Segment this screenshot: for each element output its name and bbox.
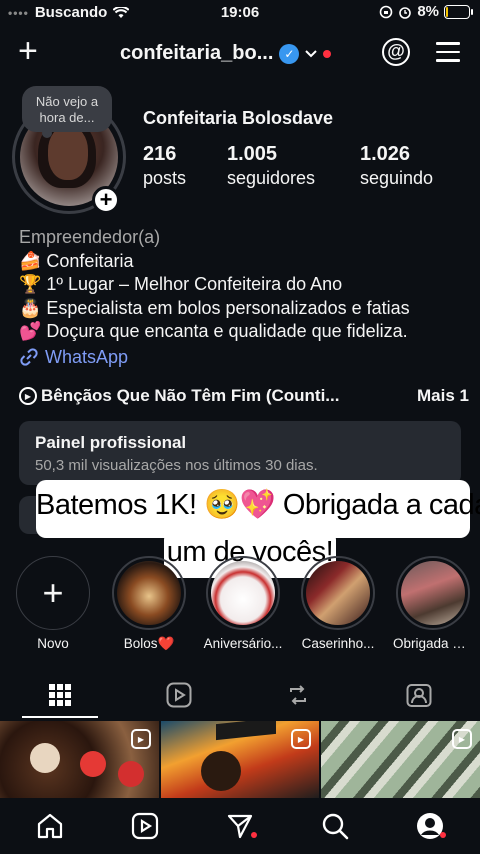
caption-text: Batemos 1K! 🥹💖 Obrigada a cada bbox=[36, 489, 480, 521]
tab-reels[interactable] bbox=[139, 670, 219, 720]
reels-icon bbox=[131, 812, 159, 840]
stat-label: seguidores bbox=[227, 168, 316, 188]
nav-messages[interactable] bbox=[220, 808, 260, 844]
stat-followers[interactable]: 1.005 seguidores bbox=[227, 143, 315, 189]
alarm-icon bbox=[399, 6, 412, 19]
send-icon bbox=[227, 814, 253, 839]
profile-note[interactable]: Não vejo a hora de... bbox=[22, 86, 112, 138]
battery-percent: 8% bbox=[417, 3, 439, 20]
stat-posts[interactable]: 216 posts bbox=[143, 143, 186, 189]
highlight-label: Bolos❤️ bbox=[123, 636, 175, 651]
play-icon: ▶ bbox=[19, 387, 37, 405]
stat-value: 1.005 bbox=[227, 143, 278, 165]
link-label: WhatsApp bbox=[45, 346, 129, 367]
status-right: 8% bbox=[379, 3, 473, 20]
chevron-down-icon bbox=[305, 49, 318, 57]
reel-icon: ▶ bbox=[131, 729, 151, 749]
highlight-label: Novo bbox=[37, 636, 69, 651]
plus-icon[interactable]: + bbox=[18, 34, 38, 68]
reels-icon bbox=[166, 682, 192, 708]
plus-icon: + bbox=[16, 556, 90, 630]
grid-post[interactable]: ▶ bbox=[161, 721, 319, 799]
username: confeitaria_bo... bbox=[120, 42, 274, 64]
reel-icon: ▶ bbox=[452, 729, 472, 749]
bio-line: 🏆 1º Lugar – Melhor Confeiteira do Ano bbox=[19, 274, 343, 294]
stat-following[interactable]: 1.026 seguindo bbox=[360, 143, 433, 189]
active-tab-indicator bbox=[22, 716, 98, 718]
stat-value: 1.026 bbox=[360, 143, 411, 165]
add-story-icon[interactable]: + bbox=[92, 186, 120, 214]
highlight-item[interactable]: Aniversário... bbox=[203, 556, 283, 651]
nav-profile[interactable] bbox=[410, 808, 450, 844]
stat-label: seguindo bbox=[360, 168, 434, 188]
battery-fill bbox=[446, 6, 449, 17]
highlight-label: Obrigada D... bbox=[393, 636, 473, 651]
repost-icon bbox=[290, 685, 306, 705]
grid-post[interactable]: ▶ bbox=[0, 721, 159, 799]
highlight-item[interactable]: Caserinho... bbox=[298, 556, 378, 651]
bio-line: 💕 Doçura que encanta e qualidade que fid… bbox=[19, 321, 408, 341]
tagged-icon bbox=[406, 684, 432, 707]
notification-dot bbox=[251, 832, 257, 838]
notification-dot bbox=[323, 49, 332, 58]
tab-tagged[interactable] bbox=[379, 670, 459, 720]
highlight-new[interactable]: + Novo bbox=[13, 556, 93, 651]
music-title: Bênçãos Que Não Têm Fim (Counti... bbox=[41, 386, 340, 405]
profile-top-bar: + confeitaria_bo... ✓ @ bbox=[0, 30, 480, 76]
home-icon bbox=[37, 813, 63, 839]
highlight-label: Aniversário... bbox=[203, 636, 283, 651]
highlight-item[interactable]: Bolos❤️ bbox=[109, 556, 189, 652]
bio-line: 🍰 Confeitaria bbox=[19, 250, 134, 271]
grid-icon bbox=[49, 684, 71, 706]
link-icon bbox=[20, 348, 38, 366]
display-name: Confeitaria Bolosdave bbox=[143, 108, 334, 128]
battery-icon bbox=[444, 4, 473, 19]
content-tabs bbox=[0, 670, 480, 720]
nav-reels[interactable] bbox=[125, 808, 165, 844]
more-label[interactable]: Mais 1 bbox=[417, 386, 469, 406]
highlight-item[interactable]: Obrigada D... bbox=[393, 556, 473, 651]
panel-subtitle: 50,3 mil visualizações nos últimos 30 di… bbox=[35, 457, 318, 474]
nav-search[interactable] bbox=[315, 808, 355, 844]
verified-badge-icon: ✓ bbox=[279, 43, 300, 64]
notification-dot bbox=[440, 832, 446, 838]
whatsapp-link[interactable]: WhatsApp bbox=[19, 346, 469, 370]
stat-value: 216 bbox=[143, 143, 177, 165]
tab-reposts[interactable] bbox=[258, 670, 338, 720]
threads-icon[interactable]: @ bbox=[382, 38, 410, 66]
bio: Empreendedor(a) 🍰 Confeitaria 🏆 1º Lugar… bbox=[19, 226, 469, 369]
professional-dashboard[interactable]: Painel profissional 50,3 mil visualizaçõ… bbox=[19, 421, 461, 485]
bio-line: 🎂 Especialista em bolos personalizados e… bbox=[19, 297, 410, 318]
nav-home[interactable] bbox=[30, 808, 70, 844]
menu-icon[interactable] bbox=[436, 42, 460, 68]
posts-grid: ▶ ▶ ▶ bbox=[0, 721, 480, 799]
highlight-label: Caserinho... bbox=[301, 636, 375, 651]
category-label: Empreendedor(a) bbox=[19, 227, 161, 247]
bottom-navigation bbox=[0, 798, 480, 854]
profile-music[interactable]: ▶ Bênçãos Que Não Têm Fim (Counti... Mai… bbox=[19, 386, 469, 406]
status-bar: •••• Buscando 19:06 8% bbox=[0, 0, 480, 26]
panel-title: Painel profissional bbox=[35, 433, 187, 452]
account-switcher[interactable]: confeitaria_bo... ✓ bbox=[120, 42, 332, 65]
rotation-lock-icon bbox=[380, 5, 393, 18]
grid-post[interactable]: ▶ bbox=[321, 721, 480, 799]
tab-grid[interactable] bbox=[20, 670, 100, 720]
search-icon bbox=[322, 813, 349, 840]
reel-icon: ▶ bbox=[291, 729, 311, 749]
stat-label: posts bbox=[143, 168, 187, 188]
